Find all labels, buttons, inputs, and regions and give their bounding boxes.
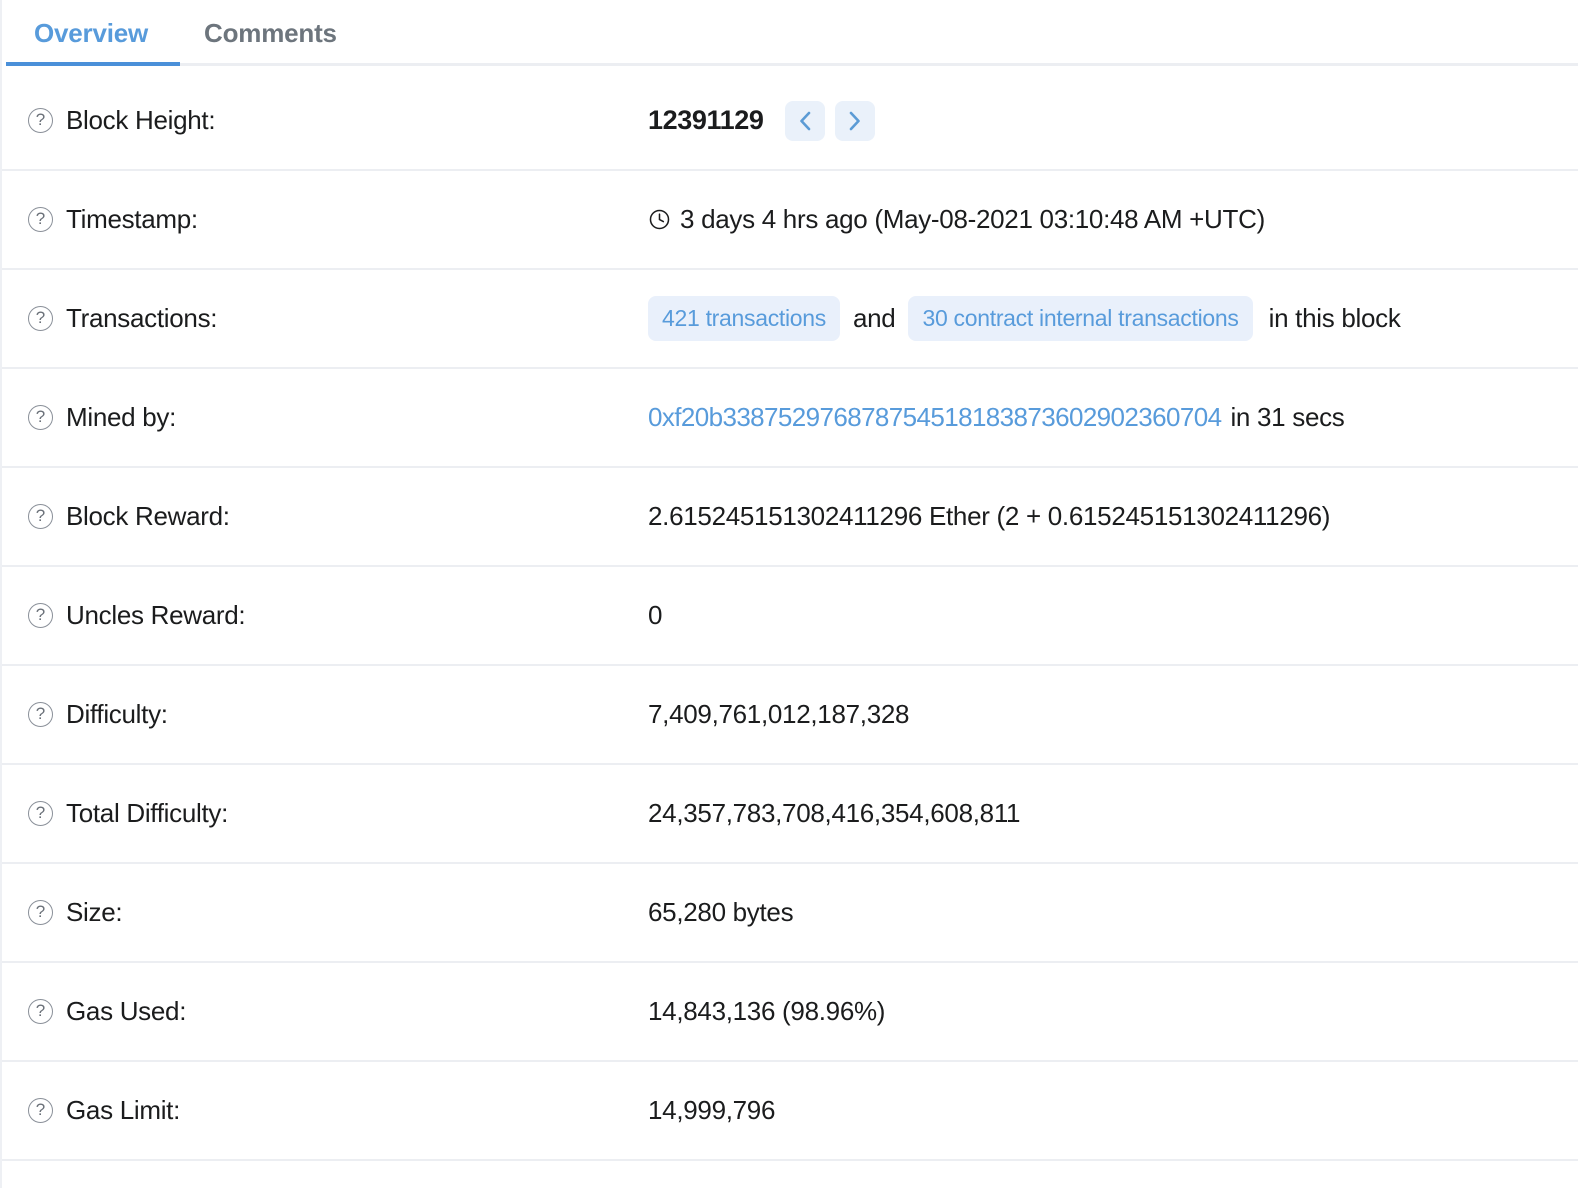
tab-comments[interactable]: Comments [176,0,365,69]
row-total-difficulty-label-group: ? Total Difficulty: [28,798,648,829]
transactions-label: Transactions: [66,303,218,333]
block-overview-card: Overview Comments ? Block Height: 123911… [0,0,1578,1188]
help-icon[interactable]: ? [28,603,53,628]
block-reward-value: 2.615245151302411296 Ether (2 + 0.615245… [648,501,1331,531]
row-difficulty-label-group: ? Difficulty: [28,699,648,730]
help-icon[interactable]: ? [28,999,53,1024]
row-gas-used-label-group: ? Gas Used: [28,996,648,1027]
row-gas-limit-value: 14,999,796 [648,1095,1578,1126]
row-transactions-value: 421 transactions and 30 contract interna… [648,296,1578,341]
row-total-difficulty: ? Total Difficulty: 24,357,783,708,416,3… [2,765,1578,864]
block-reward-label: Block Reward: [66,501,230,531]
row-timestamp: ? Timestamp: 3 days 4 hrs ago (May-08-20… [2,171,1578,270]
block-nav-buttons [785,100,876,141]
tab-overview-label: Overview [34,18,149,48]
transactions-trailing-text: in this block [1268,303,1401,333]
mined-by-duration: in 31 secs [1230,402,1345,432]
row-uncles-reward-label-group: ? Uncles Reward: [28,600,648,631]
total-difficulty-label: Total Difficulty: [66,798,229,828]
help-icon[interactable]: ? [28,702,53,727]
row-block-height-label-group: ? Block Height: [28,105,648,136]
transactions-conjunction: and [852,303,896,333]
row-timestamp-label-group: ? Timestamp: [28,204,648,235]
row-gas-limit-label-group: ? Gas Limit: [28,1095,648,1126]
help-icon[interactable]: ? [28,108,53,133]
gas-limit-label: Gas Limit: [66,1095,181,1125]
row-uncles-reward: ? Uncles Reward: 0 [2,567,1578,666]
row-block-height: ? Block Height: 12391129 [2,72,1578,171]
row-gas-limit: ? Gas Limit: 14,999,796 [2,1062,1578,1161]
help-icon[interactable]: ? [28,900,53,925]
difficulty-value: 7,409,761,012,187,328 [648,699,910,729]
row-total-difficulty-value: 24,357,783,708,416,354,608,811 [648,798,1578,829]
overview-detail-list: ? Block Height: 12391129 ? Timestamp: 3 … [2,72,1578,1161]
help-icon[interactable]: ? [28,405,53,430]
help-icon[interactable]: ? [28,801,53,826]
row-size-value: 65,280 bytes [648,897,1578,928]
help-icon[interactable]: ? [28,306,53,331]
mined-by-label: Mined by: [66,402,177,432]
row-timestamp-value: 3 days 4 hrs ago (May-08-2021 03:10:48 A… [648,204,1578,235]
uncles-reward-value: 0 [648,600,663,630]
timestamp-label: Timestamp: [66,204,198,234]
transactions-count-link[interactable]: 421 transactions [648,296,840,341]
gas-used-label: Gas Used: [66,996,187,1026]
row-mined-by: ? Mined by: 0xf20b3387529768787545181838… [2,369,1578,468]
internal-transactions-link[interactable]: 30 contract internal transactions [908,296,1253,341]
tab-overview[interactable]: Overview [6,0,176,69]
block-height-value: 12391129 [648,105,764,135]
help-icon[interactable]: ? [28,1098,53,1123]
row-transactions: ? Transactions: 421 transactions and 30 … [2,270,1578,369]
next-block-button[interactable] [835,100,876,141]
timestamp-value: 3 days 4 hrs ago (May-08-2021 03:10:48 A… [680,204,1265,234]
row-block-reward: ? Block Reward: 2.615245151302411296 Eth… [2,468,1578,567]
row-size: ? Size: 65,280 bytes [2,864,1578,963]
row-block-height-value: 12391129 [648,100,1578,141]
row-difficulty: ? Difficulty: 7,409,761,012,187,328 [2,666,1578,765]
chevron-right-icon [850,111,861,130]
tab-bar: Overview Comments [2,0,1578,72]
row-transactions-label-group: ? Transactions: [28,303,648,334]
row-gas-used: ? Gas Used: 14,843,136 (98.96%) [2,963,1578,1062]
gas-used-value: 14,843,136 (98.96%) [648,996,886,1026]
difficulty-label: Difficulty: [66,699,168,729]
row-mined-by-label-group: ? Mined by: [28,402,648,433]
row-difficulty-value: 7,409,761,012,187,328 [648,699,1578,730]
row-mined-by-value: 0xf20b3387529768787545181838736029023607… [648,402,1578,433]
block-height-label: Block Height: [66,105,216,135]
tab-active-indicator [6,62,180,66]
row-size-label-group: ? Size: [28,897,648,928]
help-icon[interactable]: ? [28,207,53,232]
help-icon[interactable]: ? [28,504,53,529]
uncles-reward-label: Uncles Reward: [66,600,246,630]
miner-address-link[interactable]: 0xf20b3387529768787545181838736029023607… [648,402,1222,433]
row-uncles-reward-value: 0 [648,600,1578,631]
tab-underline-track [6,63,1578,66]
row-block-reward-label-group: ? Block Reward: [28,501,648,532]
size-value: 65,280 bytes [648,897,794,927]
gas-limit-value: 14,999,796 [648,1095,776,1125]
previous-block-button[interactable] [785,100,826,141]
size-label: Size: [66,897,123,927]
clock-icon [648,208,671,231]
tab-comments-label: Comments [204,18,337,48]
row-gas-used-value: 14,843,136 (98.96%) [648,996,1578,1027]
chevron-left-icon [800,111,811,130]
total-difficulty-value: 24,357,783,708,416,354,608,811 [648,798,1021,828]
row-block-reward-value: 2.615245151302411296 Ether (2 + 0.615245… [648,501,1578,532]
